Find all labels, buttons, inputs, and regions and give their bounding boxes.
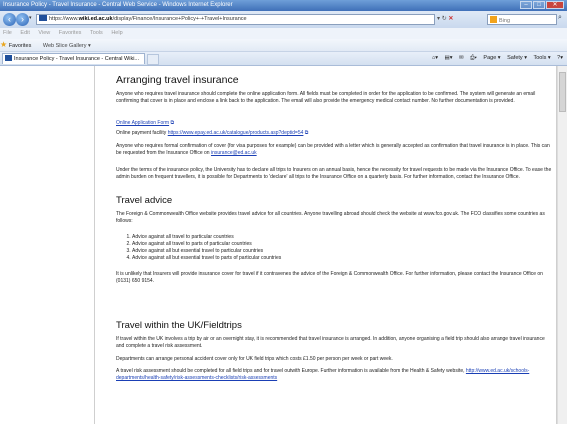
bing-icon xyxy=(490,16,497,23)
address-tools: ▾ ↻ ✕ xyxy=(437,15,453,22)
address-bar[interactable]: https://www.wiki.ed.ac.uk/display/Financ… xyxy=(36,14,435,25)
favorites-button[interactable]: Favorites xyxy=(9,43,32,49)
advice-paragraph-1: The Foreign & Commonwealth Office websit… xyxy=(116,211,545,224)
title-bar: Insurance Policy - Travel Insurance - Ce… xyxy=(0,0,567,11)
fco-classification-list: Advice against all travel to particular … xyxy=(116,234,532,262)
content-border-left xyxy=(94,66,95,424)
site-favicon xyxy=(39,15,47,21)
uk-paragraph-2: Departments can arrange personal acciden… xyxy=(116,356,393,362)
print-icon[interactable]: ⎙▾ xyxy=(470,55,477,61)
minimize-button[interactable]: – xyxy=(520,1,532,9)
insurance-email-link[interactable]: insurance@ed.ac.uk xyxy=(211,150,257,156)
back-arrow-icon[interactable]: ‹ xyxy=(3,13,16,26)
feeds-icon[interactable]: ▤▾ xyxy=(445,55,453,61)
favorites-bar: ★ Favorites Web Slice Gallery ▾ xyxy=(0,39,567,52)
stop-icon[interactable]: ✕ xyxy=(448,16,453,22)
vertical-scrollbar[interactable] xyxy=(557,66,567,424)
address-dropdown-icon[interactable]: ▾ xyxy=(437,16,440,22)
advice-paragraph-2: It is unlikely that Insurers will provid… xyxy=(116,271,543,284)
tab-favicon xyxy=(5,55,12,61)
browser-window: Insurance Policy - Travel Insurance - Ce… xyxy=(0,0,567,424)
external-link-icon: ⧉ xyxy=(304,130,309,136)
help-icon[interactable]: ?▾ xyxy=(557,55,563,61)
arranging-paragraph-2: Anyone who requires formal confirmation … xyxy=(116,143,550,156)
uk-paragraph-1: If travel within the UK involves a trip … xyxy=(116,336,545,349)
recent-pages-dropdown[interactable]: ▾ xyxy=(29,15,32,21)
heading-travel-advice: Travel advice xyxy=(116,195,173,206)
menu-favorites[interactable]: Favorites xyxy=(59,30,82,36)
web-slice-gallery-link[interactable]: Web Slice Gallery ▾ xyxy=(43,43,91,49)
maximize-button[interactable]: □ xyxy=(533,1,545,9)
online-form-line: Online Application Form ⧉ xyxy=(116,120,552,127)
mail-icon[interactable]: ✉ xyxy=(459,55,464,61)
list-item: Advice against all travel to parts of pa… xyxy=(132,241,532,248)
home-icon[interactable]: ⌂▾ xyxy=(432,55,438,61)
window-controls: – □ ✕ xyxy=(520,1,564,9)
list-item: Advice against all but essential travel … xyxy=(132,255,532,262)
menu-file[interactable]: File xyxy=(3,30,12,36)
page-viewport: Arranging travel insurance Anyone who re… xyxy=(0,66,567,424)
online-application-form-link[interactable]: Online Application Form xyxy=(116,120,169,126)
window-title: Insurance Policy - Travel Insurance - Ce… xyxy=(3,2,233,8)
menu-bar: File Edit View Favorites Tools Help xyxy=(0,28,567,39)
new-tab-button[interactable] xyxy=(147,54,159,65)
favorites-star-icon[interactable]: ★ xyxy=(0,40,7,49)
safety-menu[interactable]: Safety ▾ xyxy=(507,55,527,61)
menu-edit[interactable]: Edit xyxy=(20,30,29,36)
forward-arrow-icon[interactable]: › xyxy=(16,13,29,26)
navigation-bar: ‹ › ▾ https://www.wiki.ed.ac.uk/display/… xyxy=(0,11,567,28)
payment-label: Online payment facility xyxy=(116,130,167,136)
tab-insurance-policy[interactable]: Insurance Policy - Travel Insurance - Ce… xyxy=(2,53,145,64)
heading-arranging-travel-insurance: Arranging travel insurance xyxy=(116,74,239,86)
arranging-paragraph-3: Under the terms of the insurance policy,… xyxy=(116,167,552,180)
uk-paragraph-3: A travel risk assessment should be compl… xyxy=(116,368,530,381)
payment-line: Online payment facility https://www.epay… xyxy=(116,130,552,137)
list-item: Advice against all but essential travel … xyxy=(132,248,532,255)
list-item: Advice against all travel to particular … xyxy=(132,234,532,241)
heading-travel-within-uk: Travel within the UK/Fieldtrips xyxy=(116,320,242,331)
payment-link[interactable]: https://www.epay.ed.ac.uk/catalogue/prod… xyxy=(168,130,304,136)
menu-help[interactable]: Help xyxy=(111,30,122,36)
menu-view[interactable]: View xyxy=(38,30,50,36)
close-button[interactable]: ✕ xyxy=(546,1,564,9)
scrollbar-thumb[interactable] xyxy=(559,72,566,112)
search-box[interactable]: Bing xyxy=(487,14,557,25)
tab-row: Insurance Policy - Travel Insurance - Ce… xyxy=(0,52,567,66)
tools-menu[interactable]: Tools ▾ xyxy=(534,55,551,61)
refresh-icon[interactable]: ↻ xyxy=(442,16,447,22)
arranging-paragraph-1: Anyone who requires travel insurance sho… xyxy=(116,91,536,104)
search-icon[interactable]: ⌕ xyxy=(558,14,562,22)
page-menu[interactable]: Page ▾ xyxy=(483,55,500,61)
external-link-icon: ⧉ xyxy=(170,120,175,126)
menu-tools[interactable]: Tools xyxy=(90,30,103,36)
command-bar: ⌂▾ ▤▾ ✉ ⎙▾ Page ▾ Safety ▾ Tools ▾ ?▾ xyxy=(427,53,563,64)
